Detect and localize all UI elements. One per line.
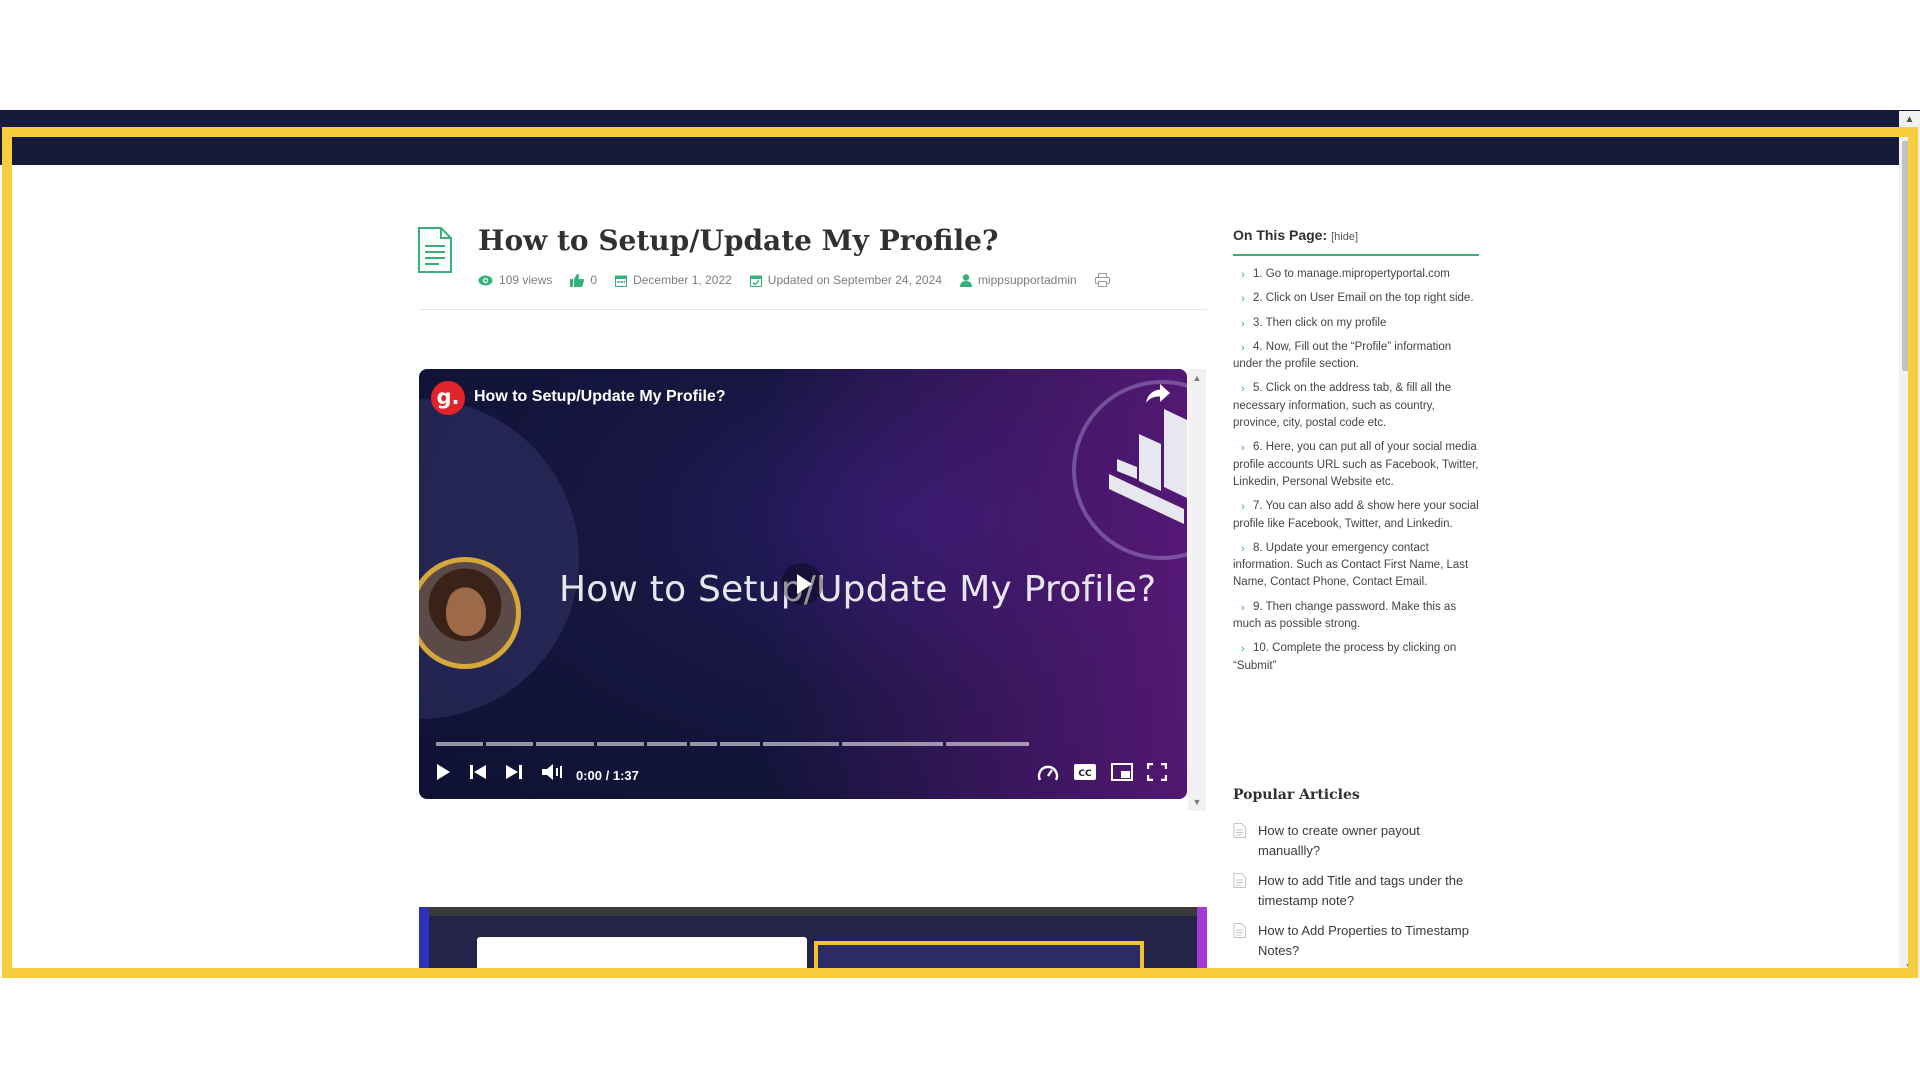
fullscreen-icon[interactable] <box>1147 763 1167 781</box>
toc-item[interactable]: › 9. Then change password. Make this as m… <box>1233 599 1483 634</box>
print-action[interactable] <box>1094 273 1110 287</box>
scrollbar-thumb[interactable] <box>1902 141 1916 371</box>
views-count: 109 views <box>499 273 553 287</box>
chevron-right-icon: › <box>1241 317 1245 330</box>
toc-title: On This Page: <box>1233 227 1328 243</box>
picture-in-picture-icon[interactable] <box>1111 763 1133 781</box>
scroll-down-arrow-icon[interactable]: ▼ <box>1899 961 1920 975</box>
table-of-contents: › 1. Go to manage.mipropertyportal.com › 2… <box>1233 266 1483 682</box>
popular-article-link[interactable]: How to add Title and tags under the time… <box>1233 871 1483 911</box>
likes-meta[interactable]: 0 <box>570 273 597 287</box>
toc-item[interactable]: › 8. Update your emergency contact inform… <box>1233 540 1483 592</box>
video-title[interactable]: How to Setup/Update My Profile? <box>474 388 726 406</box>
thumbs-up-icon[interactable] <box>570 273 585 287</box>
scroll-up-arrow-icon[interactable]: ▲ <box>1899 113 1920 127</box>
calendar-icon <box>615 275 628 287</box>
header-divider <box>419 309 1207 310</box>
popular-articles-heading: Popular Articles <box>1233 787 1360 803</box>
chevron-right-icon: › <box>1241 643 1245 656</box>
next-icon[interactable] <box>505 763 523 781</box>
channel-logo-icon[interactable]: g. <box>431 381 465 415</box>
playback-speed-icon[interactable] <box>1037 763 1059 783</box>
toc-item[interactable]: › 4. Now, Fill out the “Profile” informat… <box>1233 339 1483 374</box>
views-meta: 109 views <box>478 273 552 287</box>
toc-item[interactable]: › 3. Then click on my profile <box>1233 315 1483 332</box>
chevron-right-icon: › <box>1241 269 1245 281</box>
video-time: 0:00 / 1:37 <box>576 768 639 783</box>
updated-meta: Updated on September 24, 2024 <box>749 273 942 287</box>
popular-article-link[interactable]: How to create owner payout manuallly? <box>1233 821 1483 861</box>
top-navigation-bar <box>0 110 1920 165</box>
video-headline: How to Setup/Update My Profile? <box>559 569 1157 610</box>
step-screenshot-preview <box>419 907 1207 969</box>
author-meta[interactable]: mippsupportadmin <box>959 273 1077 287</box>
page: ▲ ▼ How to Setup/Update My Profile? 109 … <box>0 0 1920 1080</box>
chevron-right-icon: › <box>1241 341 1245 354</box>
article-title: How to Setup/Update My Profile? <box>478 224 999 257</box>
captions-icon[interactable]: CC <box>1074 763 1096 781</box>
calendar-check-icon <box>749 275 762 287</box>
chevron-right-icon: › <box>1241 442 1245 455</box>
created-meta: December 1, 2022 <box>615 273 732 287</box>
video-progress-bar[interactable] <box>436 742 1168 746</box>
document-icon <box>1233 873 1246 888</box>
popular-article-link[interactable]: How to Add Properties to Timestamp Notes… <box>1233 921 1483 961</box>
document-icon <box>418 227 452 273</box>
document-icon <box>1233 823 1246 838</box>
article-meta: 109 views 0 December 1, 2022 Updated on … <box>478 273 1110 287</box>
embed-scrollbar[interactable]: ▲ ▼ <box>1188 369 1206 811</box>
page-scrollbar[interactable]: ▲ ▼ <box>1899 111 1920 977</box>
popular-articles-list: How to create owner payout manuallly? Ho… <box>1233 821 1483 971</box>
toc-item[interactable]: › 7. You can also add & show here your so… <box>1233 498 1483 533</box>
video-player[interactable]: g. How to Setup/Update My Profile? How t… <box>419 369 1187 799</box>
toc-heading: On This Page: [hide] <box>1233 227 1358 243</box>
chevron-right-icon: › <box>1241 501 1245 514</box>
chevron-right-icon: › <box>1241 293 1245 306</box>
updated-date: Updated on September 24, 2024 <box>767 273 942 287</box>
share-icon[interactable] <box>1146 384 1170 404</box>
likes-count: 0 <box>590 273 598 287</box>
chevron-right-icon: › <box>1241 542 1245 555</box>
toc-item[interactable]: › 2. Click on User Email on the top right… <box>1233 290 1483 307</box>
toc-divider <box>1233 254 1479 256</box>
chevron-right-icon: › <box>1241 601 1245 614</box>
play-icon[interactable] <box>435 763 451 781</box>
volume-icon[interactable] <box>541 763 565 781</box>
created-date: December 1, 2022 <box>633 273 732 287</box>
center-play-button[interactable] <box>781 563 823 605</box>
video-controls: 0:00 / 1:37 CC <box>419 761 1187 791</box>
author-name[interactable]: mippsupportadmin <box>978 273 1077 287</box>
svg-text:CC: CC <box>1078 769 1092 779</box>
embed-scroll-up-icon[interactable]: ▲ <box>1188 373 1206 383</box>
toc-item[interactable]: › 6. Here, you can put all of your social… <box>1233 439 1483 491</box>
toc-item[interactable]: › 10. Complete the process by clicking on… <box>1233 640 1483 675</box>
toc-item[interactable]: › 1. Go to manage.mipropertyportal.com <box>1233 266 1483 283</box>
embed-scroll-down-icon[interactable]: ▼ <box>1188 797 1206 807</box>
building-logo-icon <box>1109 409 1187 524</box>
user-icon <box>959 273 972 287</box>
decorative-circle <box>419 399 579 719</box>
toc-item[interactable]: › 5. Click on the address tab, & fill all… <box>1233 380 1483 432</box>
chevron-right-icon: › <box>1241 383 1245 396</box>
print-icon[interactable] <box>1094 273 1110 287</box>
document-icon <box>1233 923 1246 938</box>
previous-icon[interactable] <box>469 763 487 781</box>
toc-hide-link[interactable]: [hide] <box>1331 231 1358 243</box>
eye-icon <box>478 275 493 285</box>
